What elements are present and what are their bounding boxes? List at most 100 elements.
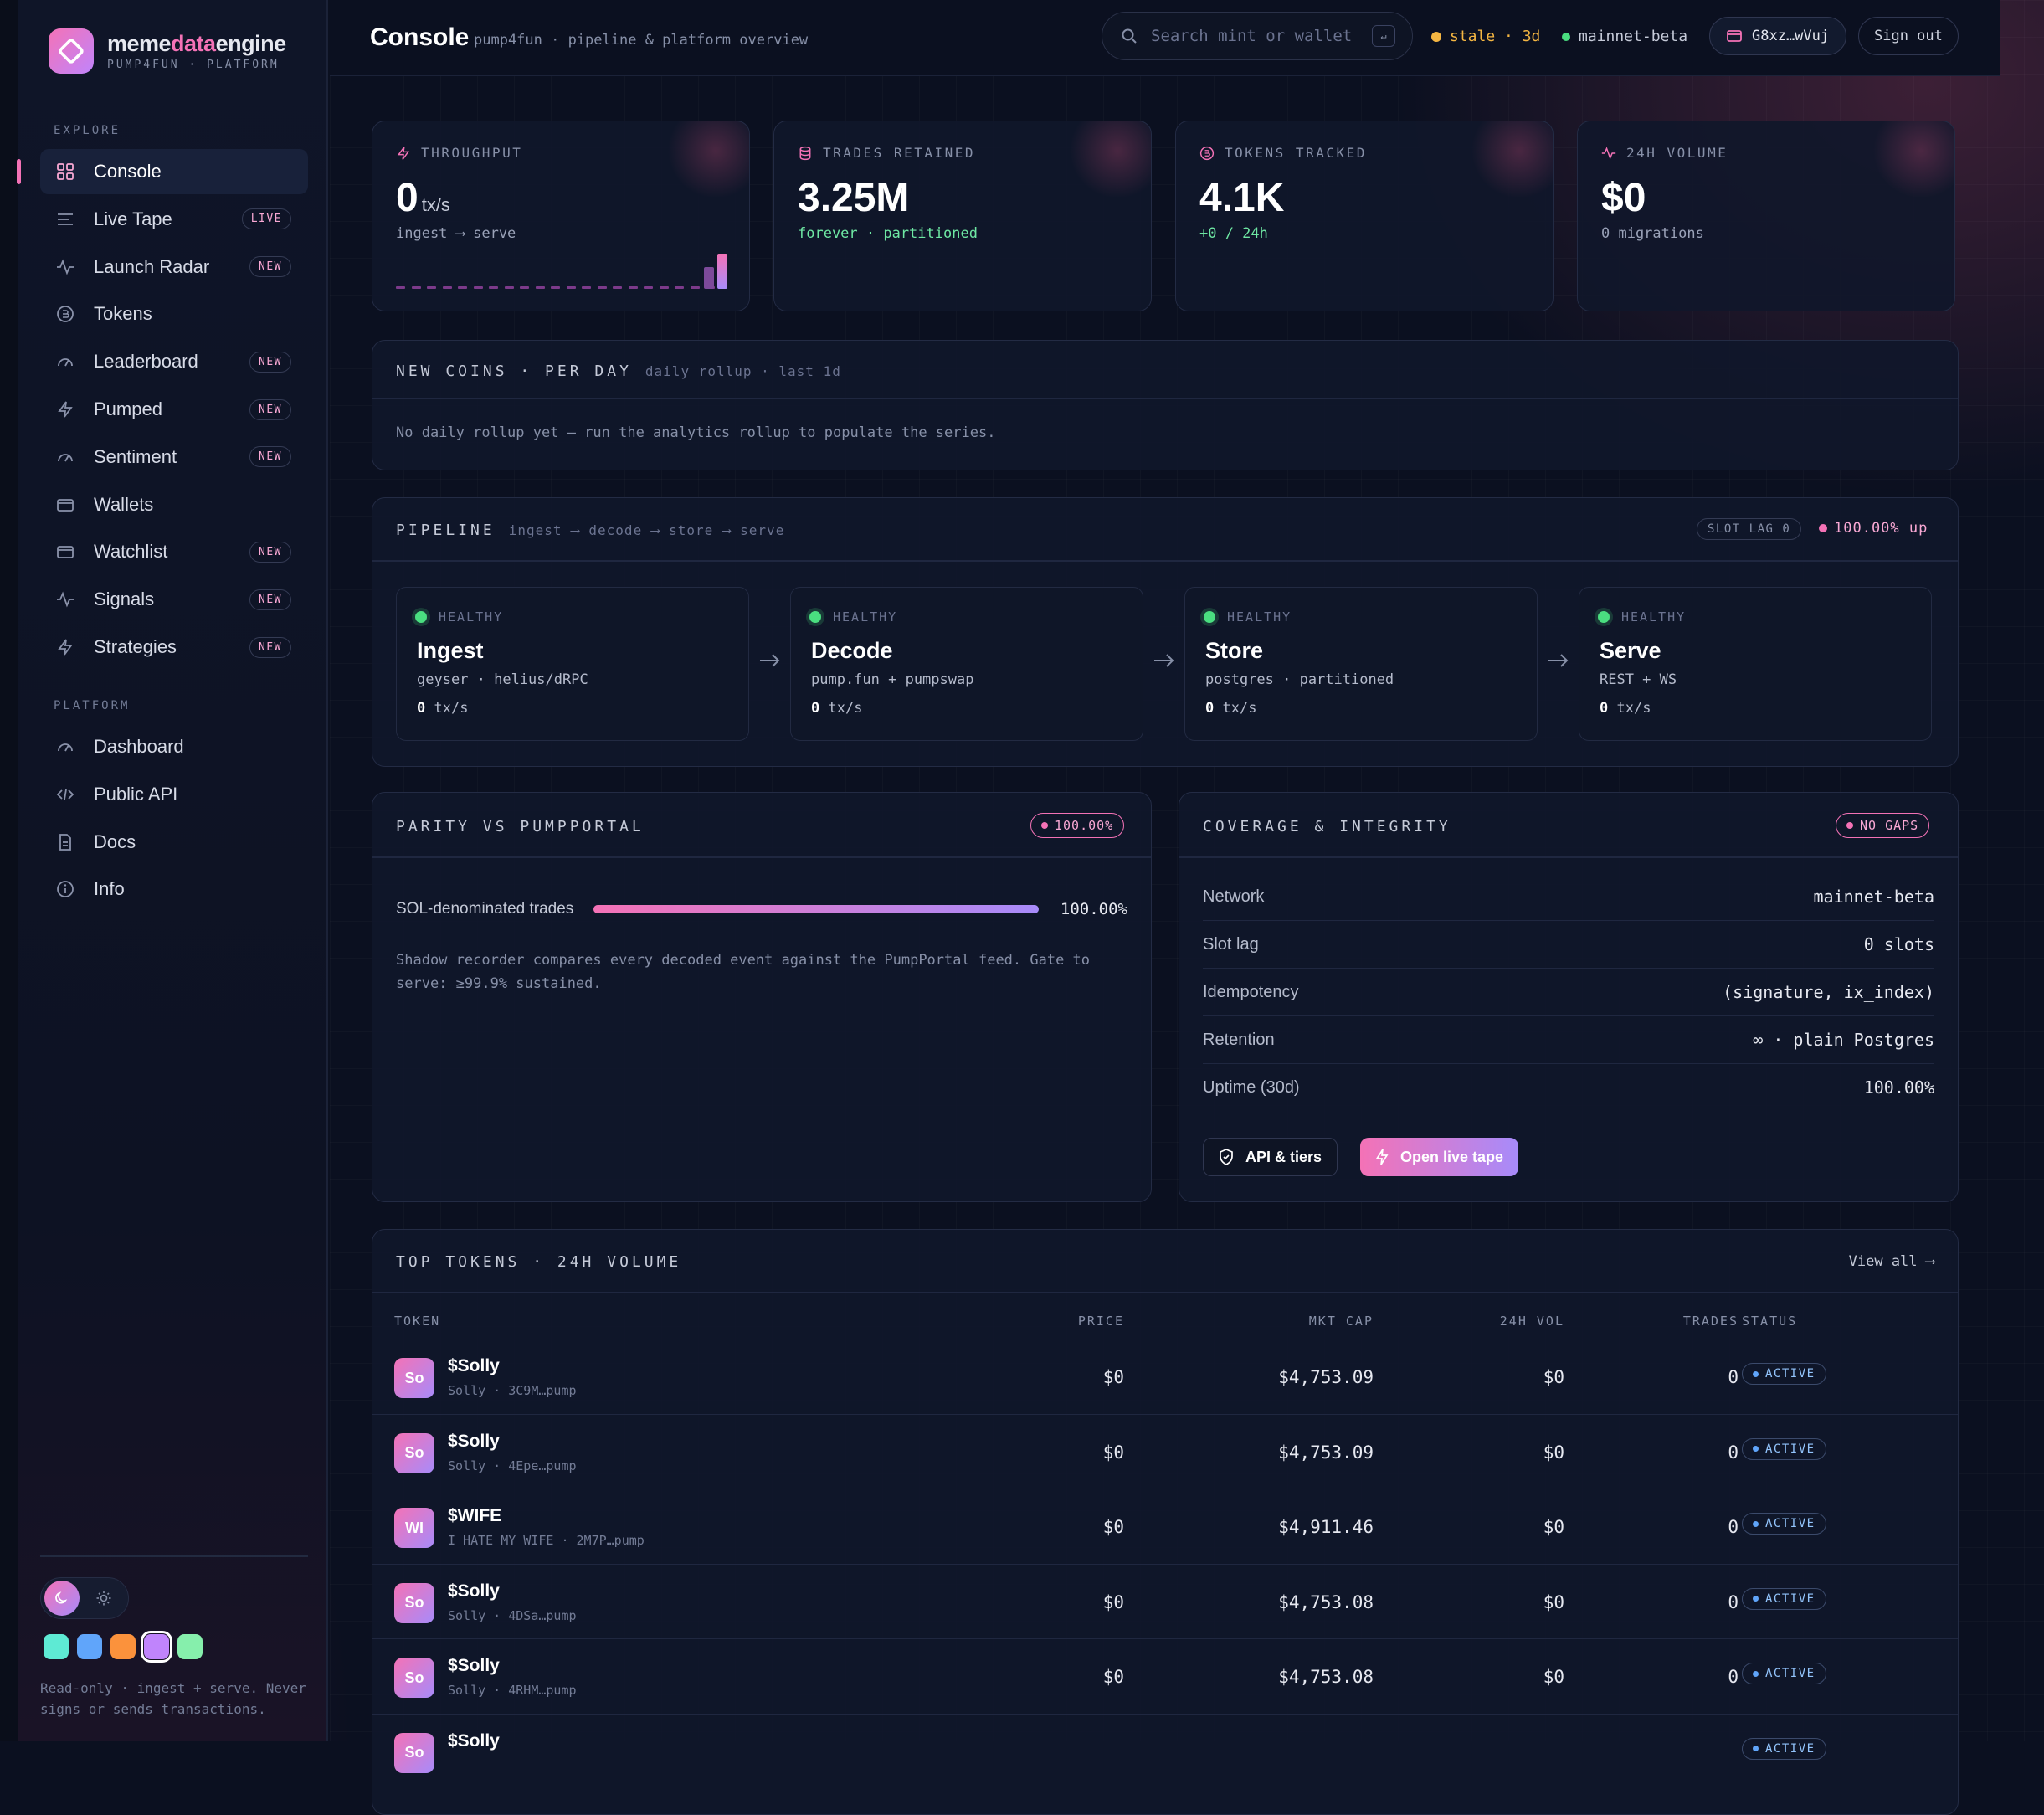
sign-out-button[interactable]: Sign out <box>1858 17 1959 55</box>
theme-toggle[interactable] <box>40 1577 129 1619</box>
sidebar-item-label: Launch Radar <box>94 255 210 277</box>
table-row[interactable]: So $Solly Solly · 4Epe…pump $0 $4,753.09 $0 0 A… <box>372 1413 1958 1489</box>
token-name: Solly · 3C9M…pump <box>448 1383 577 1398</box>
sidebar-item-watchlist[interactable]: Watchlist NEW <box>40 529 308 574</box>
stage-desc: geyser · helius/dRPC <box>417 671 588 688</box>
sidebar-item-wallets[interactable]: Wallets <box>40 482 308 527</box>
brand[interactable]: memedataengine PUMP4FUN · PLATFORM <box>49 28 286 74</box>
pipeline-stage-decode[interactable]: HEALTHY Decode pump.fun + pumpswap 0 tx/s <box>790 587 1143 741</box>
gauge-icon <box>55 447 75 467</box>
sidebar-item-info[interactable]: Info <box>40 866 308 912</box>
sidebar-item-live-tape[interactable]: Live Tape LIVE <box>40 197 308 242</box>
stat-label: THROUGHPUT <box>396 145 522 161</box>
color-swatch[interactable] <box>44 1634 69 1659</box>
arrow-right-icon <box>758 650 783 675</box>
sidebar-item-label: Info <box>94 878 125 900</box>
status-badge: ACTIVE <box>1742 1587 1826 1610</box>
open-live-tape-button[interactable]: Open live tape <box>1360 1138 1519 1176</box>
coin-icon <box>1199 146 1215 161</box>
sidebar-item-pumped[interactable]: Pumped NEW <box>40 387 308 432</box>
stage-name: Ingest <box>417 638 484 663</box>
col-mkt-cap[interactable]: MKT CAP <box>1251 1314 1374 1329</box>
wallet-button[interactable]: G8xz…wVuj <box>1709 17 1847 55</box>
search-input[interactable] <box>1149 26 1372 46</box>
pipeline-stage-ingest[interactable]: HEALTHY Ingest geyser · helius/dRPC 0 tx/s <box>396 587 749 741</box>
token-mkt-cap: $4,753.08 <box>1278 1591 1374 1612</box>
color-swatch[interactable] <box>110 1634 136 1659</box>
view-all-link[interactable]: View all ⟶ <box>1849 1253 1934 1270</box>
sidebar-item-strategies[interactable]: Strategies NEW <box>40 625 308 670</box>
table-row[interactable]: WI $WIFE I HATE MY WIFE · 2M7P…pump $0 $4,91… <box>372 1489 1958 1564</box>
sidebar-item-public-api[interactable]: Public API <box>40 772 308 817</box>
coverage-key: Idempotency <box>1203 982 1299 1001</box>
search-box[interactable]: ↵ <box>1102 12 1413 60</box>
col-24h-vol[interactable]: 24H VOL <box>1442 1314 1564 1329</box>
sidebar-item-label: Wallets <box>94 493 154 515</box>
token-avatar: So <box>394 1658 434 1698</box>
stale-dot-icon <box>1431 31 1441 42</box>
stat-label: 24H VOLUME <box>1601 145 1728 161</box>
token-name: Solly · 4Epe…pump <box>448 1458 577 1473</box>
healthy-dot-icon <box>1598 611 1610 623</box>
col-token[interactable]: TOKEN <box>394 1314 440 1329</box>
sidebar-item-label: Signals <box>94 589 155 610</box>
token-trades: 0 <box>1728 1517 1738 1537</box>
search-icon <box>1121 28 1138 44</box>
coverage-value: (signature, ix_index) <box>1723 982 1934 1002</box>
coverage-value: 0 slots <box>1863 934 1934 954</box>
stat-card-tokens-tracked: TOKENS TRACKED 4.1K +0 / 24h <box>1175 121 1554 311</box>
sidebar-item-badge: NEW <box>249 256 291 278</box>
sun-icon[interactable] <box>93 1587 115 1609</box>
sidebar-item-launch-radar[interactable]: Launch Radar NEW <box>40 244 308 290</box>
gauge-icon <box>55 352 75 372</box>
topbar: Console pump4fun · pipeline & platform o… <box>330 0 2000 76</box>
coverage-row-uptime-30d: Uptime (30d) 100.00% <box>1203 1064 1934 1111</box>
sidebar-item-dashboard[interactable]: Dashboard <box>40 724 308 769</box>
token-avatar: So <box>394 1582 434 1623</box>
sidebar-item-tokens[interactable]: Tokens <box>40 291 308 337</box>
stage-name: Decode <box>811 638 893 663</box>
token-mkt-cap: $4,753.08 <box>1278 1667 1374 1687</box>
sidebar-item-label: Strategies <box>94 636 177 657</box>
table-row[interactable]: So $Solly Solly · 4DSa…pump $0 $4,753.08 $0 0 A… <box>372 1563 1958 1639</box>
token-price: $0 <box>1102 1517 1124 1537</box>
coverage-row-slot-lag: Slot lag 0 slots <box>1203 921 1934 969</box>
info-icon <box>55 879 75 899</box>
token-symbol: $WIFE <box>448 1506 502 1525</box>
sidebar-item-console[interactable]: Console <box>40 149 308 194</box>
parity-metric-label: SOL-denominated trades <box>396 900 574 918</box>
token-name: Solly · 4DSa…pump <box>448 1607 577 1623</box>
sidebar-footer-note: Read-only · ingest + serve. Never signs … <box>40 1680 306 1717</box>
col-price[interactable]: PRICE <box>1040 1314 1124 1329</box>
col-trades[interactable]: TRADES <box>1616 1314 1738 1329</box>
sidebar-item-sentiment[interactable]: Sentiment NEW <box>40 434 308 480</box>
stat-value: $0 <box>1601 176 1646 220</box>
color-swatch[interactable] <box>77 1634 102 1659</box>
sidebar-item-signals[interactable]: Signals NEW <box>40 577 308 622</box>
stat-value: 0 tx/s <box>396 176 450 220</box>
moon-icon[interactable] <box>44 1581 80 1616</box>
col-status[interactable]: STATUS <box>1742 1314 1797 1329</box>
pipeline-stage-serve[interactable]: HEALTHY Serve REST + WS 0 tx/s <box>1579 587 1932 741</box>
coverage-value: mainnet-beta <box>1813 887 1935 907</box>
color-swatch[interactable] <box>177 1634 203 1659</box>
stage-rate: 0 tx/s <box>811 700 863 717</box>
healthy-dot-icon <box>1204 611 1215 623</box>
token-trades: 0 <box>1728 1442 1738 1463</box>
table-row[interactable]: So $Solly Solly · 4RHM…pump $0 $4,753.08 $0 0 A… <box>372 1638 1958 1714</box>
token-avatar: WI <box>394 1508 434 1548</box>
new-coins-empty-message: No daily rollup yet — run the analytics … <box>396 424 996 441</box>
sidebar-item-docs[interactable]: Docs <box>40 820 308 865</box>
table-row[interactable]: So $Solly ACTIVE <box>372 1713 1958 1789</box>
pulse-icon <box>55 257 75 277</box>
stale-status: stale · 3d <box>1431 28 1540 45</box>
color-swatch[interactable] <box>141 1631 172 1663</box>
table-row[interactable]: So $Solly Solly · 3C9M…pump $0 $4,753.09 $0 0 A… <box>372 1339 1958 1414</box>
status-badge: ACTIVE <box>1742 1663 1826 1684</box>
stage-name: Serve <box>1600 638 1661 663</box>
pipeline-stage-store[interactable]: HEALTHY Store postgres · partitioned 0 tx/s <box>1184 587 1538 741</box>
coverage-badge: NO GAPS <box>1836 813 1930 838</box>
stage-rate: 0 tx/s <box>1600 700 1651 717</box>
api-tiers-button[interactable]: API & tiers <box>1203 1138 1338 1176</box>
sidebar-item-leaderboard[interactable]: Leaderboard NEW <box>40 339 308 384</box>
